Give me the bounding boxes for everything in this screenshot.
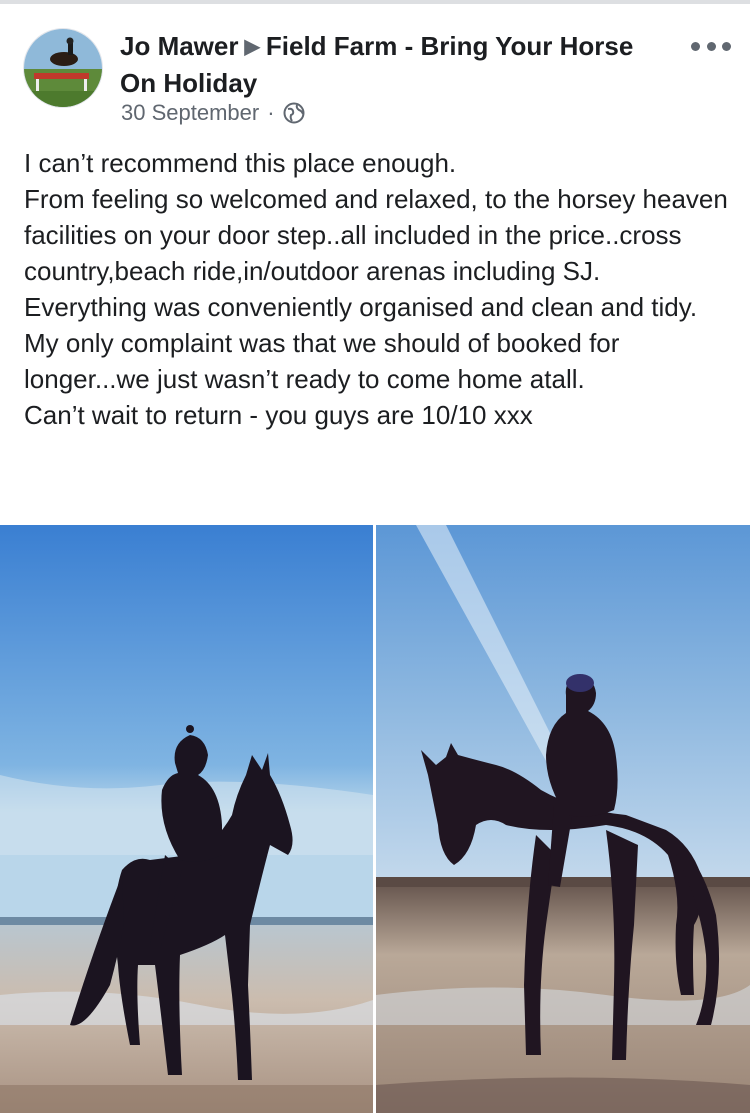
post-line: From feeling so welcomed and relaxed, to… xyxy=(24,184,736,286)
meta-separator: · xyxy=(267,100,275,125)
globe-icon xyxy=(283,102,305,124)
photo-right[interactable] xyxy=(376,525,750,1113)
post-line: Can’t wait to return - you guys are 10/1… xyxy=(24,400,533,430)
triangle-right-icon: ▶ xyxy=(244,36,260,58)
post-line: I can’t recommend this place enough. xyxy=(24,148,457,178)
post-line: My only complaint was that we should of … xyxy=(24,328,627,394)
photo-rider-on-beach-right xyxy=(376,525,750,1113)
more-dot xyxy=(691,41,700,51)
photo-left[interactable] xyxy=(0,525,373,1113)
author-name[interactable]: Jo Mawer xyxy=(120,31,239,61)
more-options-icon[interactable] xyxy=(691,34,731,58)
more-dot xyxy=(722,41,731,51)
photo-grid xyxy=(0,525,750,1113)
avatar[interactable] xyxy=(23,28,103,108)
post-line: Everything was conveniently organised an… xyxy=(24,292,698,322)
post-title: Jo Mawer ▶ Field Farm - Bring Your Horse O… xyxy=(120,29,640,100)
post-meta: 30 September · xyxy=(121,100,305,126)
photo-rider-on-beach-left xyxy=(0,525,373,1113)
more-dot xyxy=(706,41,716,51)
post-body: I can’t recommend this place enough. Fro… xyxy=(24,145,734,433)
post-header: Jo Mawer ▶ Field Farm - Bring Your Horse O… xyxy=(0,4,750,134)
post-date[interactable]: 30 September xyxy=(121,100,259,126)
avatar-image xyxy=(24,29,102,107)
